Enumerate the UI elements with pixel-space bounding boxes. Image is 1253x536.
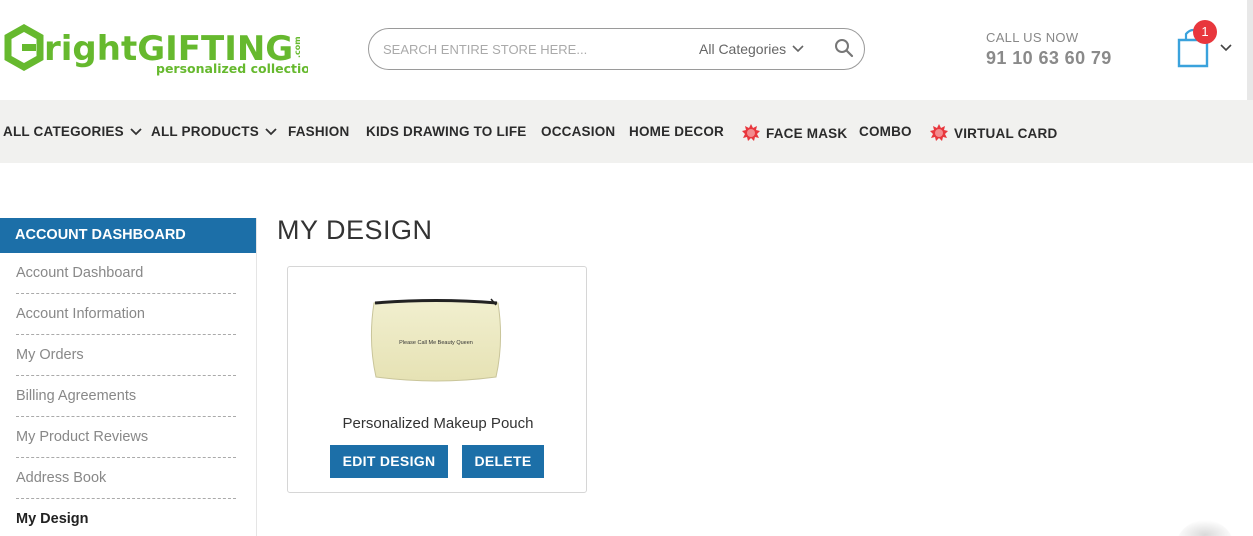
nav-label: OCCASION (541, 124, 616, 139)
nav-label: HOME DECOR (629, 124, 725, 139)
sidebar-item-product-reviews[interactable]: My Product Reviews (16, 417, 236, 458)
sidebar-item-account-dashboard[interactable]: Account Dashboard (16, 253, 236, 294)
call-label: CALL US NOW (986, 30, 1079, 45)
product-name[interactable]: Personalized Makeup Pouch (288, 415, 588, 432)
nav-label: KIDS DRAWING TO LIFE (366, 124, 527, 139)
search-icon[interactable] (834, 38, 854, 58)
page-title: MY DESIGN (277, 215, 433, 245)
logo-tagline: personalized collection (156, 61, 308, 76)
nav-item-fashion[interactable]: FASHION (288, 124, 349, 139)
nav-label: ALL CATEGORIES (3, 124, 124, 139)
floating-widget-shadow (1175, 520, 1235, 536)
nav-item-face-mask[interactable]: FACE MASK (742, 124, 847, 142)
nav-item-kids-drawing[interactable]: KIDS DRAWING TO LIFE (366, 124, 527, 139)
sidebar-menu: Account Dashboard Account Information My… (0, 253, 256, 536)
call-us: CALL US NOW 91 10 63 60 79 (986, 30, 1112, 69)
nav-label: VIRTUAL CARD (954, 125, 1058, 141)
product-image[interactable]: Please Call Me Beauty Queen (366, 295, 506, 387)
chevron-down-icon (130, 127, 142, 135)
nav-item-virtual-card[interactable]: VIRTUAL CARD (930, 124, 1057, 142)
sidebar-item-account-information[interactable]: Account Information (16, 294, 236, 335)
account-sidebar: ACCOUNT DASHBOARD Account Dashboard Acco… (0, 218, 257, 536)
nav-label: COMBO (859, 124, 912, 139)
sidebar-item-address-book[interactable]: Address Book (16, 458, 236, 499)
new-badge-icon (930, 124, 948, 141)
product-print-text: Please Call Me Beauty Queen (399, 340, 473, 346)
site-logo[interactable]: rightGIFTING personalized collection .co… (4, 22, 319, 78)
chevron-down-icon[interactable] (1220, 44, 1232, 52)
sidebar-item-billing-agreements[interactable]: Billing Agreements (16, 376, 236, 417)
edit-design-button[interactable]: EDIT DESIGN (330, 445, 448, 478)
search-input[interactable] (383, 39, 683, 59)
logo-com: .com (293, 36, 302, 58)
sidebar-item-my-orders[interactable]: My Orders (16, 335, 236, 376)
cart-count-badge: 1 (1193, 20, 1217, 44)
nav-item-all-categories[interactable]: ALL CATEGORIES (3, 124, 142, 139)
nav-item-combo[interactable]: COMBO (859, 124, 912, 139)
search-bar: All Categories (368, 28, 865, 70)
nav-label: FASHION (288, 124, 350, 139)
category-select[interactable]: All Categories (699, 39, 804, 59)
category-select-label: All Categories (699, 41, 787, 57)
sidebar-item-my-design[interactable]: My Design (16, 499, 236, 536)
chevron-down-icon (265, 127, 277, 135)
nav-item-occasion[interactable]: OCCASION (541, 124, 615, 139)
scrollbar[interactable] (1247, 0, 1253, 100)
nav-item-all-products[interactable]: ALL PRODUCTS (151, 124, 277, 139)
nav-label: ALL PRODUCTS (151, 124, 259, 139)
nav-item-home-decor[interactable]: HOME DECOR (629, 124, 724, 139)
phone-number[interactable]: 91 10 63 60 79 (986, 48, 1112, 69)
main-nav: ALL CATEGORIES ALL PRODUCTS FASHION KIDS… (0, 100, 1253, 163)
sidebar-title: ACCOUNT DASHBOARD (0, 218, 256, 253)
delete-button[interactable]: DELETE (462, 445, 544, 478)
design-card: Please Call Me Beauty Queen Personalized… (287, 266, 587, 493)
nav-label: FACE MASK (766, 125, 848, 141)
chevron-down-icon (792, 45, 804, 53)
logo-image: rightGIFTING personalized collection .co… (4, 23, 319, 76)
site-header: rightGIFTING personalized collection .co… (0, 0, 1253, 100)
new-badge-icon (742, 124, 760, 141)
